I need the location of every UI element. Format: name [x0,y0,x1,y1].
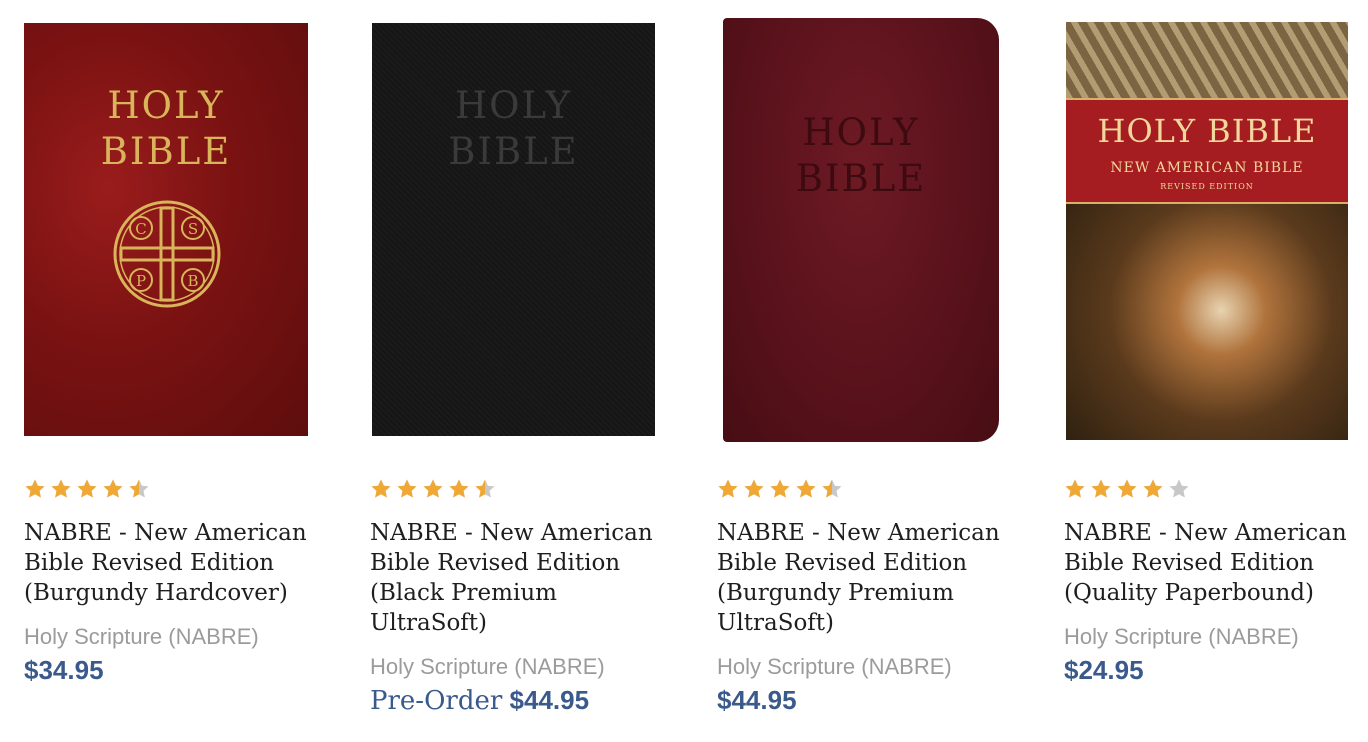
product-title[interactable]: NABRE - New American Bible Revised Editi… [370,518,660,638]
star-full-icon [396,478,418,500]
rating-stars [717,478,843,500]
rating-stars [1064,478,1190,500]
product-card-burgundy-hardcover[interactable]: HOLY BIBLE C S P B NABRE - New American … [24,0,324,742]
product-card-quality-paperbound[interactable]: HOLY BIBLE NEW AMERICAN BIBLE REVISED ED… [1064,0,1364,742]
product-image[interactable]: HOLY BIBLE [723,18,999,442]
star-full-icon [50,478,72,500]
product-title[interactable]: NABRE - New American Bible Revised Editi… [24,518,314,608]
cover-arch-artwork [1066,22,1348,98]
product-image[interactable]: HOLY BIBLE [372,23,655,436]
star-full-icon [1142,478,1164,500]
st-benedict-medal-icon: C S P B [113,200,221,308]
product-price: $44.95 [717,685,797,715]
cover-painting-artwork [1066,204,1348,440]
product-image[interactable]: HOLY BIBLE NEW AMERICAN BIBLE REVISED ED… [1066,22,1348,440]
product-price: $24.95 [1064,655,1144,685]
svg-text:P: P [136,272,146,290]
star-full-icon [422,478,444,500]
product-publisher: Holy Scripture (NABRE) [1064,624,1299,649]
star-empty-icon [1168,478,1190,500]
star-full-icon [1090,478,1112,500]
svg-text:S: S [188,220,198,238]
svg-text:C: C [135,220,146,238]
star-full-icon [76,478,98,500]
product-image[interactable]: HOLY BIBLE C S P B [24,23,308,436]
star-full-icon [448,478,470,500]
star-full-icon [717,478,739,500]
rating-stars [24,478,150,500]
star-full-icon [370,478,392,500]
cover-title-band: HOLY BIBLE NEW AMERICAN BIBLE REVISED ED… [1066,98,1348,204]
star-full-icon [769,478,791,500]
star-full-icon [795,478,817,500]
product-card-black-premium[interactable]: HOLY BIBLE NABRE - New American Bible Re… [370,0,670,742]
product-title[interactable]: NABRE - New American Bible Revised Editi… [1064,518,1354,608]
product-publisher: Holy Scripture (NABRE) [717,654,952,679]
product-publisher: Holy Scripture (NABRE) [24,624,259,649]
product-title[interactable]: NABRE - New American Bible Revised Editi… [717,518,1007,638]
star-full-icon [743,478,765,500]
rating-stars [370,478,496,500]
svg-text:B: B [187,272,198,290]
star-half-icon [474,478,496,500]
star-full-icon [24,478,46,500]
product-card-burgundy-premium[interactable]: HOLY BIBLE NABRE - New American Bible Re… [717,0,1017,742]
cover-title: HOLY BIBLE [795,111,927,200]
cover-title: HOLY BIBLE [448,84,579,173]
star-half-icon [821,478,843,500]
product-price: $34.95 [24,655,104,685]
star-full-icon [102,478,124,500]
cover-title: HOLY BIBLE [100,84,232,173]
product-publisher: Holy Scripture (NABRE) [370,654,605,679]
star-full-icon [1116,478,1138,500]
preorder-label: Pre-Order [370,686,503,716]
product-price: Pre-Order $44.95 [370,685,590,716]
star-half-icon [128,478,150,500]
star-full-icon [1064,478,1086,500]
